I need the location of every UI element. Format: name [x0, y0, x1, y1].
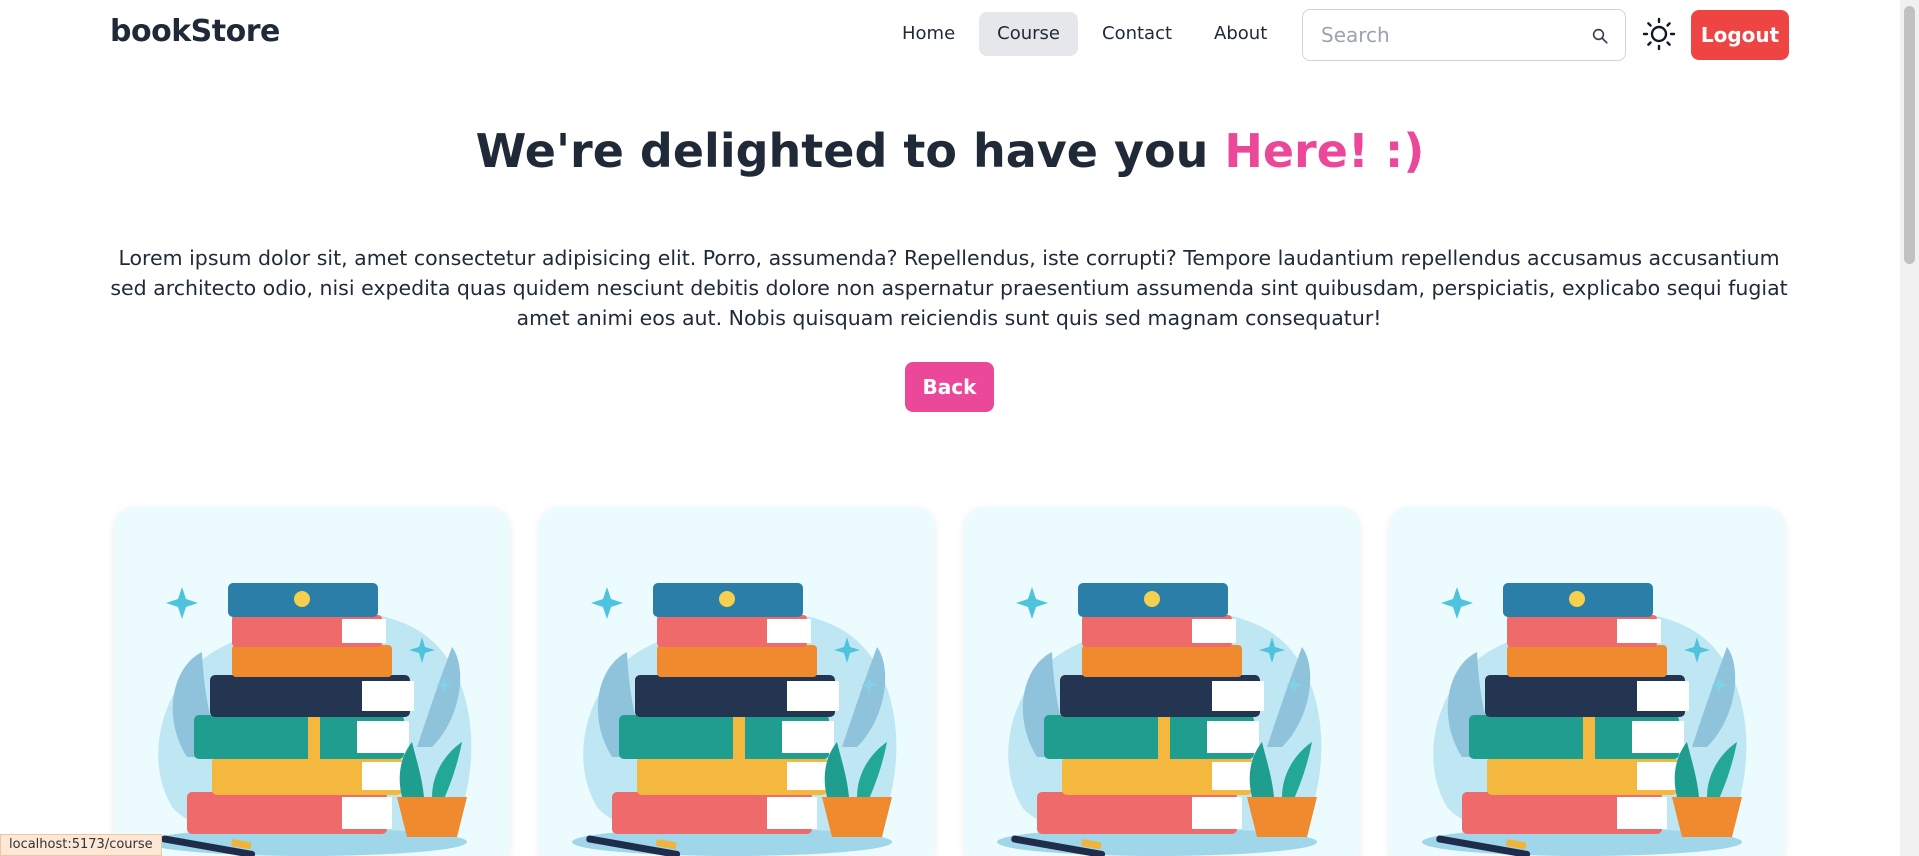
- search-icon[interactable]: [1591, 27, 1609, 45]
- search-box: [1302, 9, 1626, 61]
- page-title: We're delighted to have you Here! :): [0, 124, 1900, 178]
- course-card[interactable]: [1389, 507, 1785, 856]
- search-input[interactable]: [1321, 10, 1581, 60]
- page-scrollbar[interactable]: [1900, 0, 1919, 856]
- books-stack-illustration: [997, 583, 1322, 856]
- nav-item-about[interactable]: About: [1196, 12, 1285, 56]
- books-stack-illustration: [572, 583, 897, 856]
- nav-item-contact[interactable]: Contact: [1084, 12, 1190, 56]
- scrollbar-thumb[interactable]: [1904, 6, 1915, 264]
- nav-item-home[interactable]: Home: [884, 12, 973, 56]
- books-stack-illustration: [1422, 583, 1747, 856]
- course-card[interactable]: [114, 507, 510, 856]
- course-card[interactable]: [539, 507, 935, 856]
- brand-logo[interactable]: bookStore: [110, 14, 280, 49]
- navbar: bookStore Home Course Contact About Logo…: [0, 0, 1900, 70]
- course-cards: [114, 507, 1785, 856]
- intro-paragraph: Lorem ipsum dolor sit, amet consectetur …: [110, 246, 1788, 330]
- books-stack-illustration: [147, 583, 472, 856]
- back-button[interactable]: Back: [905, 362, 994, 412]
- nav-menu: Home Course Contact About: [884, 12, 1285, 56]
- page-title-main: We're delighted to have you: [475, 124, 1225, 178]
- nav-item-course[interactable]: Course: [979, 12, 1078, 56]
- course-card[interactable]: [964, 507, 1360, 856]
- sun-icon[interactable]: [1642, 17, 1676, 51]
- page-title-accent: Here! :): [1224, 124, 1425, 178]
- logout-button[interactable]: Logout: [1691, 10, 1789, 60]
- status-bar-url: localhost:5173/course: [0, 834, 162, 856]
